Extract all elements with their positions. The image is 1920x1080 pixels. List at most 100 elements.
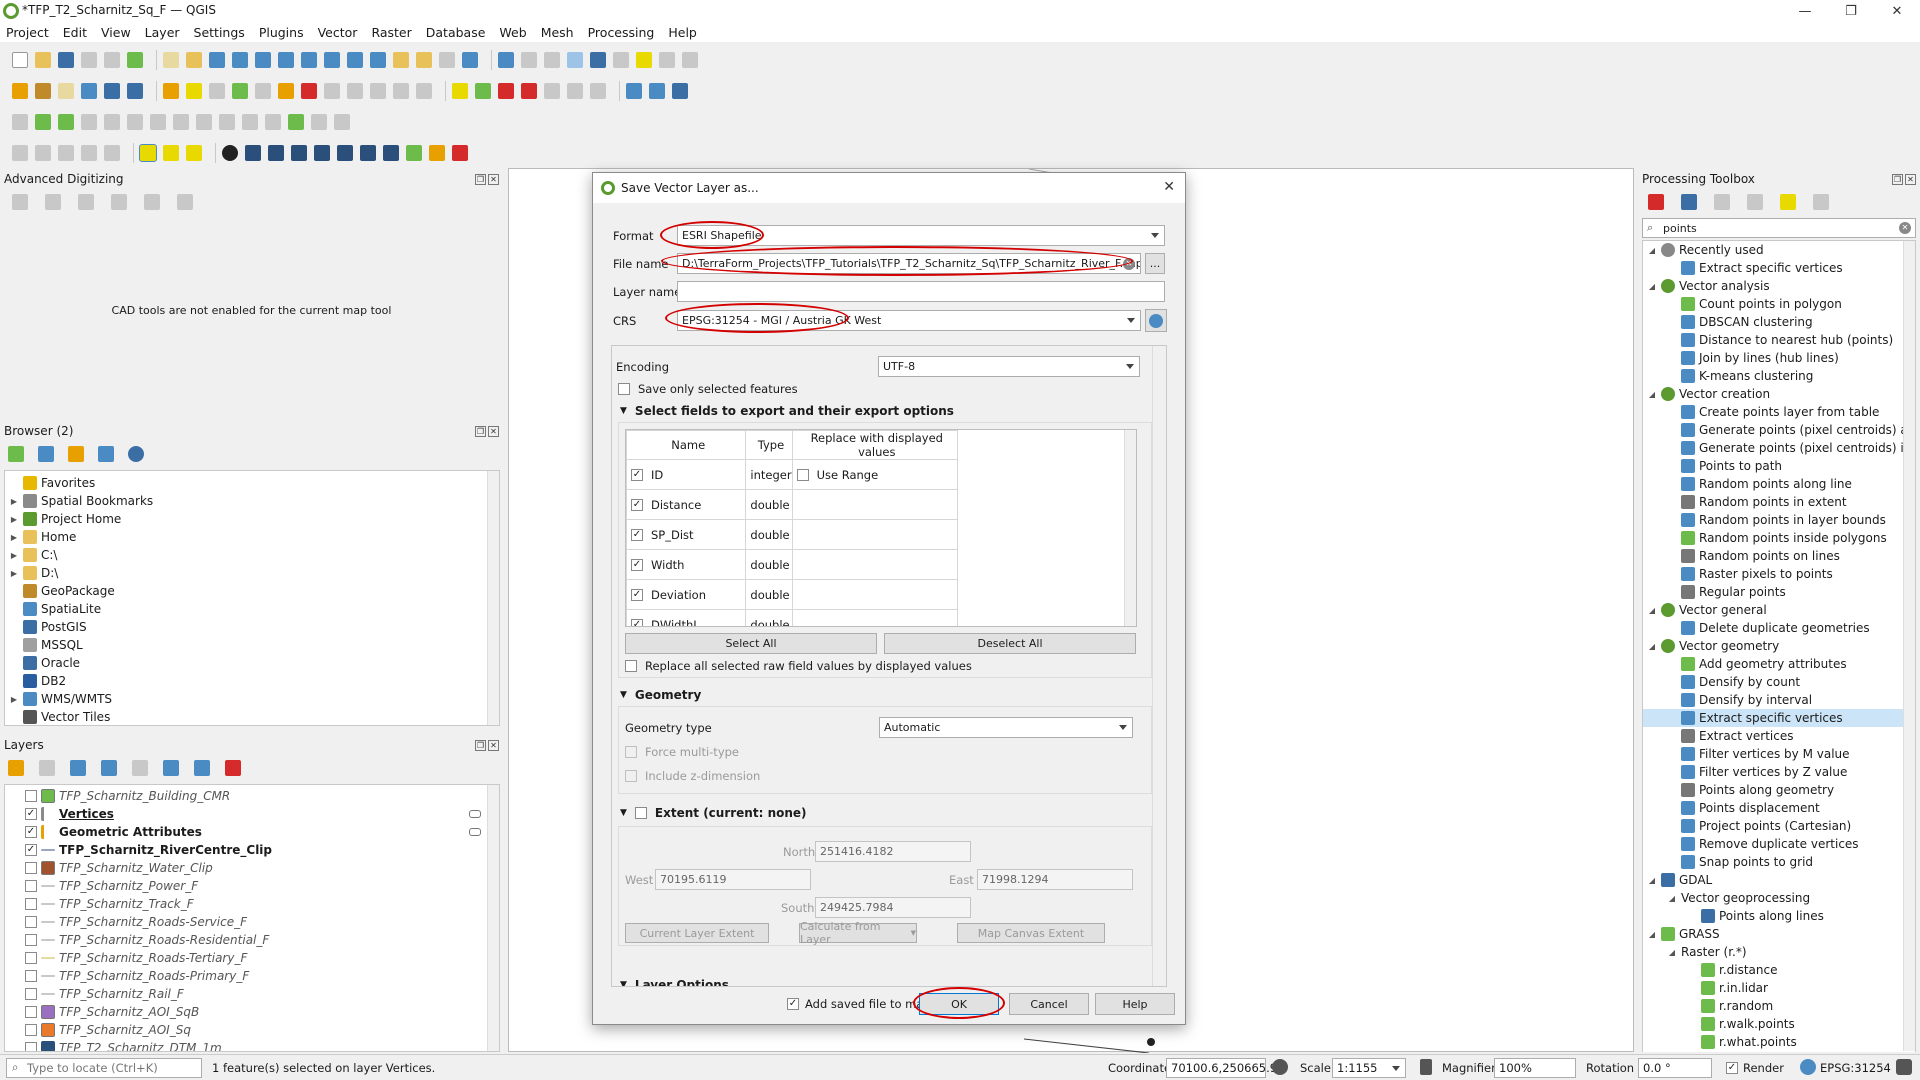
options-scrollbar[interactable] <box>1152 346 1166 986</box>
geometry-section-header[interactable]: ▼ Geometry <box>620 688 701 702</box>
add-group-icon[interactable] <box>39 760 55 776</box>
layer-item[interactable]: TFP_Scharnitz_Rail_F <box>5 985 499 1003</box>
tracing-icon[interactable] <box>429 144 445 161</box>
field-row[interactable]: ✓ ID integer Use Range <box>626 459 959 490</box>
cut-features-icon[interactable] <box>324 82 340 99</box>
toolbox-group[interactable]: ◢ Vector analysis <box>1643 277 1915 295</box>
simplify-icon[interactable] <box>58 113 74 130</box>
field-replace-cell[interactable] <box>791 549 959 580</box>
browser-item[interactable]: ▶ Home <box>5 528 499 546</box>
render-option[interactable]: ✓ Render <box>1726 1061 1784 1075</box>
filter-indicator-icon[interactable] <box>469 810 481 818</box>
toolbox-algorithm[interactable]: r.what.points <box>1643 1033 1915 1051</box>
browser-item[interactable]: ▶ Spatial Bookmarks <box>5 492 499 510</box>
add-feature-icon[interactable] <box>232 82 248 99</box>
open-project-icon[interactable] <box>35 51 51 68</box>
toolbox-algorithm[interactable]: Filter vertices by Z value <box>1643 763 1915 781</box>
field-name-cell[interactable]: ✓ SP_Dist <box>626 519 747 550</box>
toolbox-algorithm[interactable]: Random points along line <box>1643 475 1915 493</box>
rotate-feature-icon[interactable] <box>35 113 51 130</box>
measure-icon[interactable] <box>613 51 629 68</box>
toolbox-algorithm[interactable]: K-means clustering <box>1643 367 1915 385</box>
float-panel-icon[interactable]: ❐ <box>475 425 486 437</box>
new-geopackage-icon[interactable] <box>35 82 51 99</box>
split-features-icon[interactable] <box>242 113 258 130</box>
scale-icon[interactable] <box>383 144 399 161</box>
magnifier-input[interactable]: 100% <box>1494 1058 1576 1078</box>
toolbox-algorithm[interactable]: Add geometry attributes <box>1643 655 1915 673</box>
use-range-checkbox[interactable] <box>796 468 809 481</box>
deselect-all-icon[interactable] <box>186 144 202 161</box>
expand-arrow-icon[interactable]: ◢ <box>1647 606 1657 615</box>
expand-arrow-icon[interactable]: ▶ <box>9 497 19 506</box>
scripts-icon[interactable] <box>1681 194 1697 210</box>
expand-arrow-icon[interactable]: ▶ <box>9 569 19 578</box>
toolbox-algorithm[interactable]: Densify by count <box>1643 673 1915 691</box>
label-rotate-icon[interactable] <box>567 82 583 99</box>
col-replace-header[interactable]: Replace with displayed values <box>791 430 959 460</box>
toolbox-group[interactable]: ◢ GRASS <box>1643 925 1915 943</box>
toolbox-group[interactable]: ◢ Vector geometry <box>1643 637 1915 655</box>
layer-item[interactable]: TFP_Scharnitz_AOI_SqB <box>5 1003 499 1021</box>
numbers-icon[interactable] <box>360 144 376 161</box>
field-export-checkbox[interactable]: ✓ <box>631 618 643 626</box>
layer-visibility-checkbox[interactable]: ✓ <box>25 808 37 820</box>
options-icon[interactable] <box>1813 194 1829 210</box>
crs-status[interactable]: EPSG:31254 <box>1820 1061 1891 1075</box>
label-pin-icon[interactable] <box>475 82 491 99</box>
digitize-curve-icon[interactable] <box>245 144 261 161</box>
layer-options-section-header[interactable]: ▼ Layer Options <box>620 978 729 986</box>
style-layer-icon[interactable] <box>8 760 24 776</box>
statistics-icon[interactable] <box>590 51 606 68</box>
toolbox-algorithm[interactable]: Extract specific vertices <box>1643 259 1915 277</box>
toolbox-algorithm[interactable]: Join by lines (hub lines) <box>1643 349 1915 367</box>
attribute-table-icon[interactable] <box>521 51 537 68</box>
expand-arrow-icon[interactable]: ◢ <box>1647 876 1657 885</box>
layer-item[interactable]: TFP_Scharnitz_Roads-Service_F <box>5 913 499 931</box>
toolbox-group[interactable]: ◢ Recently used <box>1643 241 1915 259</box>
crs-selector-button[interactable] <box>1145 309 1167 332</box>
results-viewer-icon[interactable] <box>1747 194 1763 210</box>
menu-edit[interactable]: Edit <box>63 25 87 40</box>
browser-item[interactable]: ▶ D:\ <box>5 564 499 582</box>
toolbox-algorithm[interactable]: Create points layer from table <box>1643 403 1915 421</box>
merge-attributes-icon[interactable] <box>311 113 327 130</box>
select-feature-icon[interactable] <box>12 144 28 161</box>
save-edits-icon[interactable] <box>209 82 225 99</box>
merge-features-icon[interactable] <box>288 113 304 130</box>
expand-arrow-icon[interactable]: ▶ <box>9 515 19 524</box>
layer-item[interactable]: ✓ Geometric Attributes <box>5 823 499 841</box>
layer-item[interactable]: TFP_Scharnitz_Water_Clip <box>5 859 499 877</box>
new-map-view-icon[interactable] <box>393 51 409 68</box>
zoom-selection-icon[interactable] <box>278 51 294 68</box>
field-row[interactable]: ✓ SP_Dist double <box>626 519 959 550</box>
toolbox-algorithm[interactable]: r.distance <box>1643 961 1915 979</box>
copy-features-icon[interactable] <box>347 82 363 99</box>
menu-help[interactable]: Help <box>668 25 697 40</box>
select-value-icon[interactable] <box>35 144 51 161</box>
field-name-cell[interactable]: ✓ DWidthL <box>626 609 747 626</box>
field-replace-cell[interactable] <box>791 519 959 550</box>
layer-visibility-checkbox[interactable] <box>25 1006 37 1018</box>
select-location-icon[interactable] <box>81 144 97 161</box>
close-panel-icon[interactable]: ✕ <box>1905 173 1916 185</box>
select-features-tool-icon[interactable] <box>139 143 157 162</box>
cad-construction-icon[interactable] <box>45 194 61 210</box>
cad-floater-icon[interactable] <box>177 194 193 210</box>
zoom-next-icon[interactable] <box>370 51 386 68</box>
browser-item[interactable]: SpatiaLite <box>5 600 499 618</box>
toolbox-algorithm[interactable]: Generate points (pixel centroids) al... <box>1643 421 1915 439</box>
toolbox-algorithm[interactable]: Points along lines <box>1643 907 1915 925</box>
layer-item[interactable]: TFP_Scharnitz_Roads-Primary_F <box>5 967 499 985</box>
browser-item[interactable]: Oracle <box>5 654 499 672</box>
add-part-icon[interactable] <box>104 113 120 130</box>
vertex-tool-icon[interactable] <box>255 82 271 99</box>
digitize-vertex-icon[interactable] <box>291 144 307 161</box>
filter-indicator-icon[interactable] <box>469 828 481 836</box>
menu-web[interactable]: Web <box>499 25 526 40</box>
browser-item[interactable]: ▶ Project Home <box>5 510 499 528</box>
toolbox-algorithm[interactable]: Random points in extent <box>1643 493 1915 511</box>
toolbox-group[interactable]: ◢ GDAL <box>1643 871 1915 889</box>
layername-input[interactable] <box>677 281 1165 302</box>
deselect-icon[interactable] <box>58 144 74 161</box>
